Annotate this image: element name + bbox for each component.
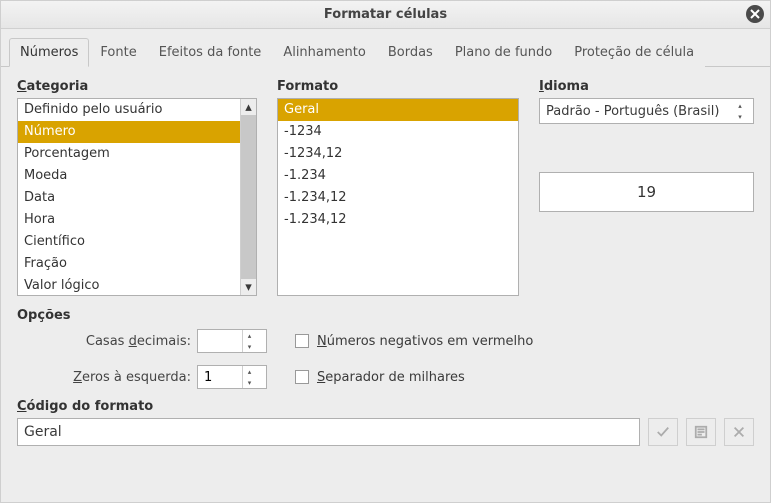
format-code-row: Geral xyxy=(17,418,754,446)
window-title: Formatar células xyxy=(324,7,447,22)
leading-zeros-label: Zeros à esquerda: xyxy=(37,370,197,385)
language-value: Padrão - Português (Brasil) xyxy=(546,104,719,119)
list-item[interactable]: -1.234,12 xyxy=(278,187,518,209)
edit-comment-button[interactable] xyxy=(686,418,716,446)
close-icon xyxy=(750,9,760,19)
top-row: Categoria Definido pelo usuárioNúmeroPor… xyxy=(17,79,754,296)
negative-red-checkbox[interactable]: Números negativos em vermelho xyxy=(295,334,754,349)
list-item[interactable]: Data xyxy=(18,187,256,209)
preview-box: 19 xyxy=(539,172,754,212)
format-code-input[interactable]: Geral xyxy=(17,418,640,446)
checkbox-box xyxy=(295,334,309,348)
decimals-input[interactable] xyxy=(202,333,242,350)
scrollbar[interactable]: ▴ ▾ xyxy=(240,99,256,295)
decimals-spinbox[interactable]: ▴ ▾ xyxy=(197,329,267,353)
category-column: Categoria Definido pelo usuárioNúmeroPor… xyxy=(17,79,257,296)
format-listbox[interactable]: Geral-1234-1234,12-1.234-1.234,12-1.234,… xyxy=(277,98,519,296)
decimals-label: Casas decimais: xyxy=(37,334,197,349)
leading-zeros-input[interactable] xyxy=(202,369,242,386)
scroll-track[interactable] xyxy=(241,115,257,279)
chevron-down-icon: ▾ xyxy=(243,377,256,388)
format-code-value: Geral xyxy=(24,424,62,440)
tab-alignment[interactable]: Alinhamento xyxy=(272,38,377,67)
tab-content-numbers: Categoria Definido pelo usuárioNúmeroPor… xyxy=(1,67,770,502)
language-label: Idioma xyxy=(539,79,754,94)
language-spinner[interactable]: ▴ ▾ xyxy=(733,100,747,122)
negative-red-label: Números negativos em vermelho xyxy=(317,334,533,349)
check-icon xyxy=(656,425,670,439)
list-item[interactable]: Valor lógico xyxy=(18,275,256,296)
list-item[interactable]: Hora xyxy=(18,209,256,231)
list-item[interactable]: Fração xyxy=(18,253,256,275)
chevron-down-icon: ▾ xyxy=(243,341,256,352)
list-item[interactable]: -1234,12 xyxy=(278,143,518,165)
tab-cell-protection[interactable]: Proteção de célula xyxy=(563,38,705,67)
list-item[interactable]: Geral xyxy=(278,99,518,121)
chevron-down-icon: ▾ xyxy=(733,111,747,122)
close-button[interactable] xyxy=(746,5,764,23)
tab-numbers[interactable]: Números xyxy=(9,38,89,67)
titlebar: Formatar células xyxy=(1,1,770,29)
format-code-section: Código do formato Geral xyxy=(17,399,754,446)
note-icon xyxy=(694,425,708,439)
list-item[interactable]: Moeda xyxy=(18,165,256,187)
format-label: Formato xyxy=(277,79,519,94)
options-section: Opções Casas decimais: ▴ ▾ Números negat… xyxy=(17,308,754,389)
chevron-up-icon: ▴ xyxy=(243,330,256,341)
options-grid: Casas decimais: ▴ ▾ Números negativos em… xyxy=(17,329,754,389)
delete-code-button[interactable] xyxy=(724,418,754,446)
list-item[interactable]: -1.234 xyxy=(278,165,518,187)
list-item[interactable]: -1234 xyxy=(278,121,518,143)
list-item[interactable]: Número xyxy=(18,121,256,143)
leading-zeros-spinbox[interactable]: ▴ ▾ xyxy=(197,365,267,389)
list-item[interactable]: Porcentagem xyxy=(18,143,256,165)
format-cells-dialog: Formatar células Números Fonte Efeitos d… xyxy=(0,0,771,503)
options-label: Opções xyxy=(17,308,754,323)
chevron-up-icon: ▴ xyxy=(733,100,747,111)
decimals-stepper[interactable]: ▴ ▾ xyxy=(242,330,256,352)
chevron-up-icon: ▴ xyxy=(243,366,256,377)
thousands-label: Separador de milhares xyxy=(317,370,465,385)
leading-zeros-stepper[interactable]: ▴ ▾ xyxy=(242,366,256,388)
format-code-label: Código do formato xyxy=(17,399,754,414)
tab-font[interactable]: Fonte xyxy=(89,38,147,67)
apply-code-button[interactable] xyxy=(648,418,678,446)
tab-font-effects[interactable]: Efeitos da fonte xyxy=(148,38,273,67)
category-label: Categoria xyxy=(17,79,257,94)
tabs-bar: Números Fonte Efeitos da fonte Alinhamen… xyxy=(1,29,770,67)
list-item[interactable]: -1.234,12 xyxy=(278,209,518,231)
checkbox-box xyxy=(295,370,309,384)
list-item[interactable]: Científico xyxy=(18,231,256,253)
scroll-down-icon[interactable]: ▾ xyxy=(241,279,257,295)
tab-background[interactable]: Plano de fundo xyxy=(444,38,563,67)
language-column: Idioma Padrão - Português (Brasil) ▴ ▾ 1… xyxy=(539,79,754,296)
tab-borders[interactable]: Bordas xyxy=(377,38,444,67)
category-listbox[interactable]: Definido pelo usuárioNúmeroPorcentagemMo… xyxy=(17,98,257,296)
language-select[interactable]: Padrão - Português (Brasil) ▴ ▾ xyxy=(539,98,754,124)
x-icon xyxy=(732,425,746,439)
thousands-separator-checkbox[interactable]: Separador de milhares xyxy=(295,370,754,385)
preview-value: 19 xyxy=(637,183,656,201)
list-item[interactable]: Definido pelo usuário xyxy=(18,99,256,121)
format-column: Formato Geral-1234-1234,12-1.234-1.234,1… xyxy=(277,79,519,296)
scroll-up-icon[interactable]: ▴ xyxy=(241,99,257,115)
